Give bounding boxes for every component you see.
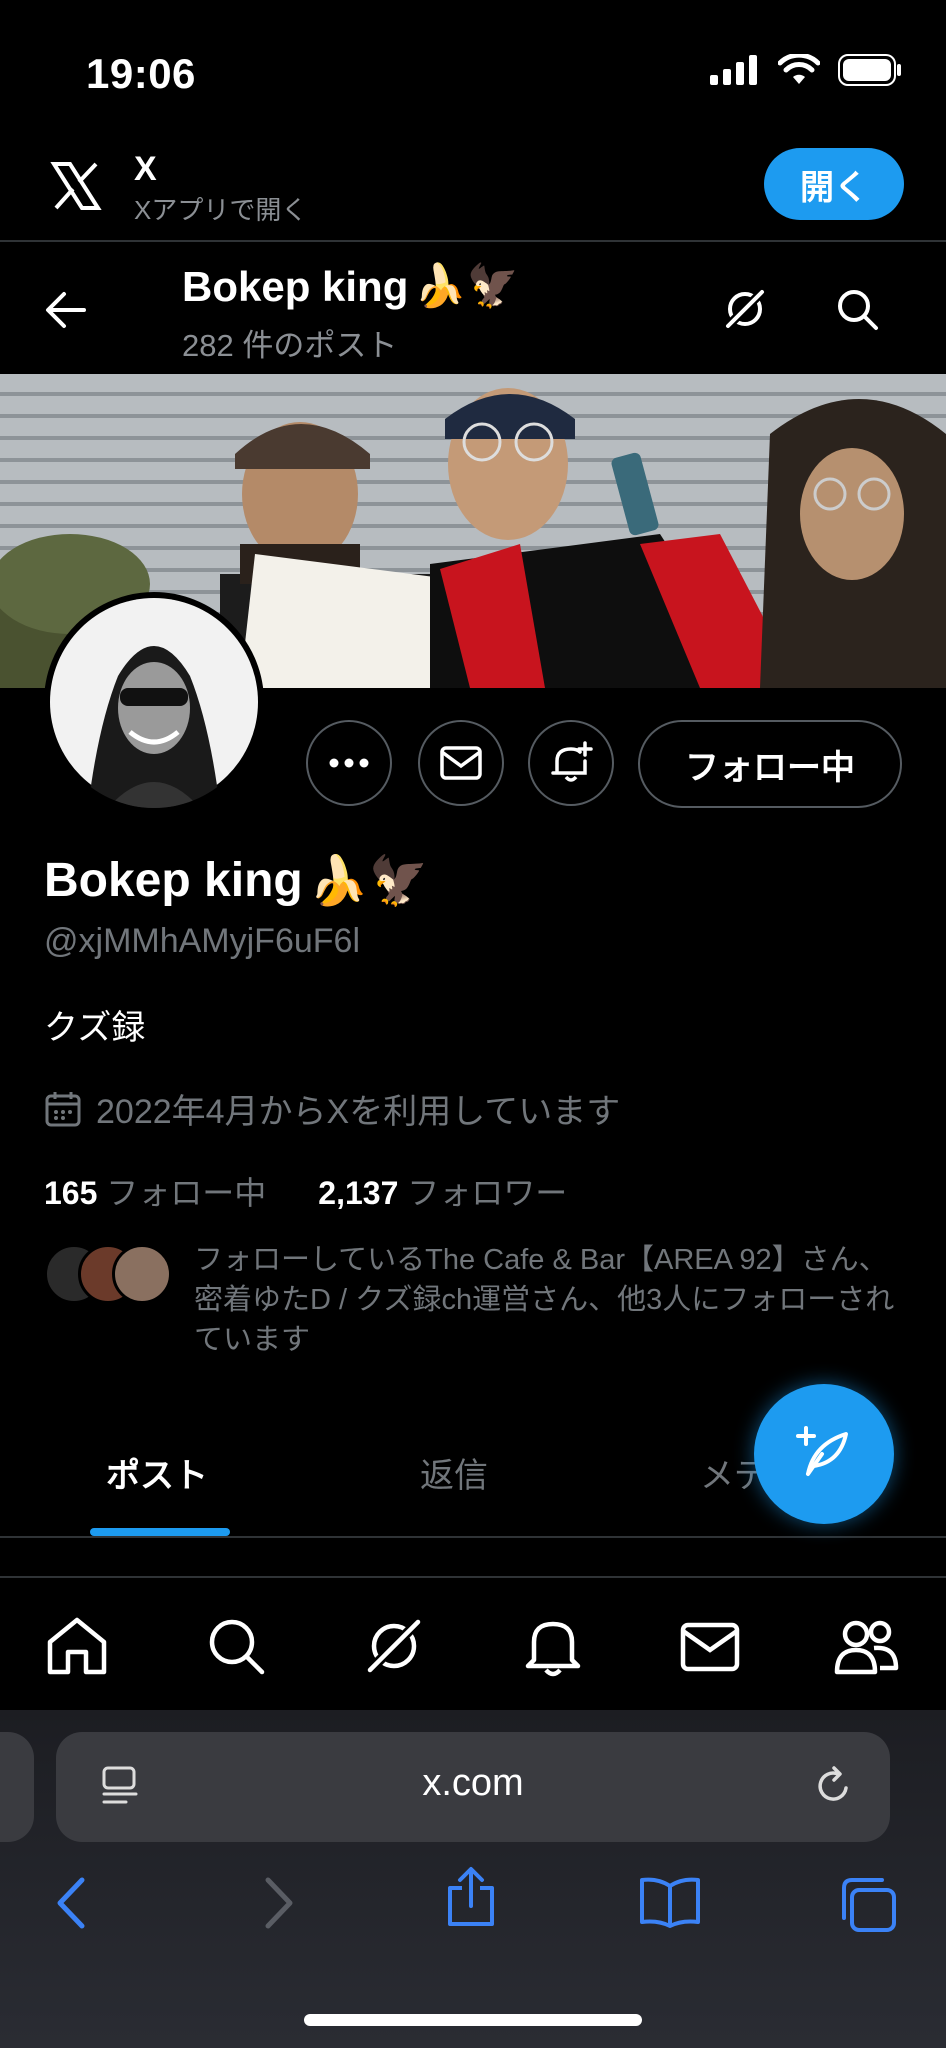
header-name-emojis: 🍌🦅 xyxy=(414,262,519,309)
tab-replies[interactable]: 返信 xyxy=(420,1448,488,1497)
tab-posts[interactable]: ポスト xyxy=(106,1448,208,1497)
follower-avatar xyxy=(112,1244,172,1304)
compose-post-button[interactable] xyxy=(754,1384,894,1524)
bottom-navigation xyxy=(0,1576,946,1712)
followers-count: 2,137 xyxy=(318,1175,399,1211)
divider xyxy=(0,1536,946,1538)
followed-by-text[interactable]: フォローしているThe Cafe & Bar【AREA 92】さん、密着ゆたD … xyxy=(194,1240,904,1360)
messages-icon[interactable] xyxy=(680,1616,740,1672)
bell-plus-icon xyxy=(549,741,593,785)
search-icon[interactable] xyxy=(206,1616,266,1676)
banner-app-name: X xyxy=(134,150,157,188)
back-arrow-icon[interactable] xyxy=(44,290,88,330)
message-button[interactable] xyxy=(418,720,504,806)
open-in-app-banner: X Xアプリで開く 開く xyxy=(0,140,946,240)
wifi-icon xyxy=(778,54,820,86)
safari-toolbar: x.com xyxy=(0,1710,946,2048)
profile-header: Bokep king 🍌🦅 282 件のポスト xyxy=(0,242,946,374)
following-label: フォロー中 xyxy=(106,1175,267,1211)
home-icon[interactable] xyxy=(46,1616,108,1676)
tabs-icon[interactable] xyxy=(838,1876,898,1934)
profile-avatar[interactable] xyxy=(44,592,264,812)
grok-icon[interactable] xyxy=(364,1616,424,1676)
grok-icon[interactable] xyxy=(722,286,768,332)
url-text: x.com xyxy=(422,1762,524,1804)
open-app-button[interactable]: 開く xyxy=(764,148,904,220)
profile-bio: クズ録 xyxy=(44,1009,146,1047)
more-dots-icon xyxy=(329,758,369,768)
browser-forward-icon[interactable] xyxy=(262,1876,296,1930)
address-bar[interactable]: x.com xyxy=(56,1732,890,1842)
followed-by-avatars[interactable] xyxy=(44,1244,172,1304)
following-stat[interactable]: 165 フォロー中 xyxy=(44,1168,266,1214)
profile-handle: @xjMMhAMyjF6uF6l xyxy=(44,922,360,960)
reload-icon[interactable] xyxy=(812,1764,856,1808)
browser-back-icon[interactable] xyxy=(54,1876,88,1930)
status-icons xyxy=(710,54,902,86)
following-count: 165 xyxy=(44,1175,98,1211)
notifications-icon[interactable] xyxy=(524,1616,582,1678)
joined-text: 2022年4月からXを利用しています xyxy=(96,1093,621,1131)
share-icon[interactable] xyxy=(444,1866,498,1928)
battery-icon xyxy=(838,54,902,86)
calendar-icon xyxy=(44,1090,82,1128)
follow-stats: 165 フォロー中 2,137 フォロワー xyxy=(44,1168,567,1214)
display-name-text: Bokep king xyxy=(44,854,303,907)
posts-count: 282 件のポスト xyxy=(182,328,398,363)
previous-tab-edge[interactable] xyxy=(0,1732,34,1842)
notifications-subscribe-button[interactable] xyxy=(528,720,614,806)
more-options-button[interactable] xyxy=(306,720,392,806)
x-logo-icon xyxy=(48,158,104,214)
home-indicator xyxy=(304,2014,642,2026)
cellular-signal-icon xyxy=(710,55,760,85)
joined-date: 2022年4月からXを利用しています xyxy=(44,1084,620,1133)
profile-display-name: Bokep king 🍌🦅 xyxy=(44,852,428,909)
header-display-name: Bokep king xyxy=(182,262,409,310)
bookmarks-icon[interactable] xyxy=(638,1876,702,1928)
communities-icon[interactable] xyxy=(834,1616,900,1676)
active-tab-indicator xyxy=(90,1528,230,1536)
followers-label: フォロワー xyxy=(407,1175,568,1211)
header-name: Bokep king 🍌🦅 xyxy=(182,262,519,311)
following-button[interactable]: フォロー中 xyxy=(638,720,902,808)
banner-subtitle: Xアプリで開く xyxy=(134,195,308,225)
display-name-emojis: 🍌🦅 xyxy=(308,855,429,908)
status-bar: 19:06 xyxy=(0,0,946,140)
envelope-icon xyxy=(440,746,482,780)
status-time: 19:06 xyxy=(86,50,196,97)
compose-feather-icon xyxy=(792,1422,856,1486)
search-icon[interactable] xyxy=(834,286,880,332)
followers-stat[interactable]: 2,137 フォロワー xyxy=(318,1168,567,1214)
